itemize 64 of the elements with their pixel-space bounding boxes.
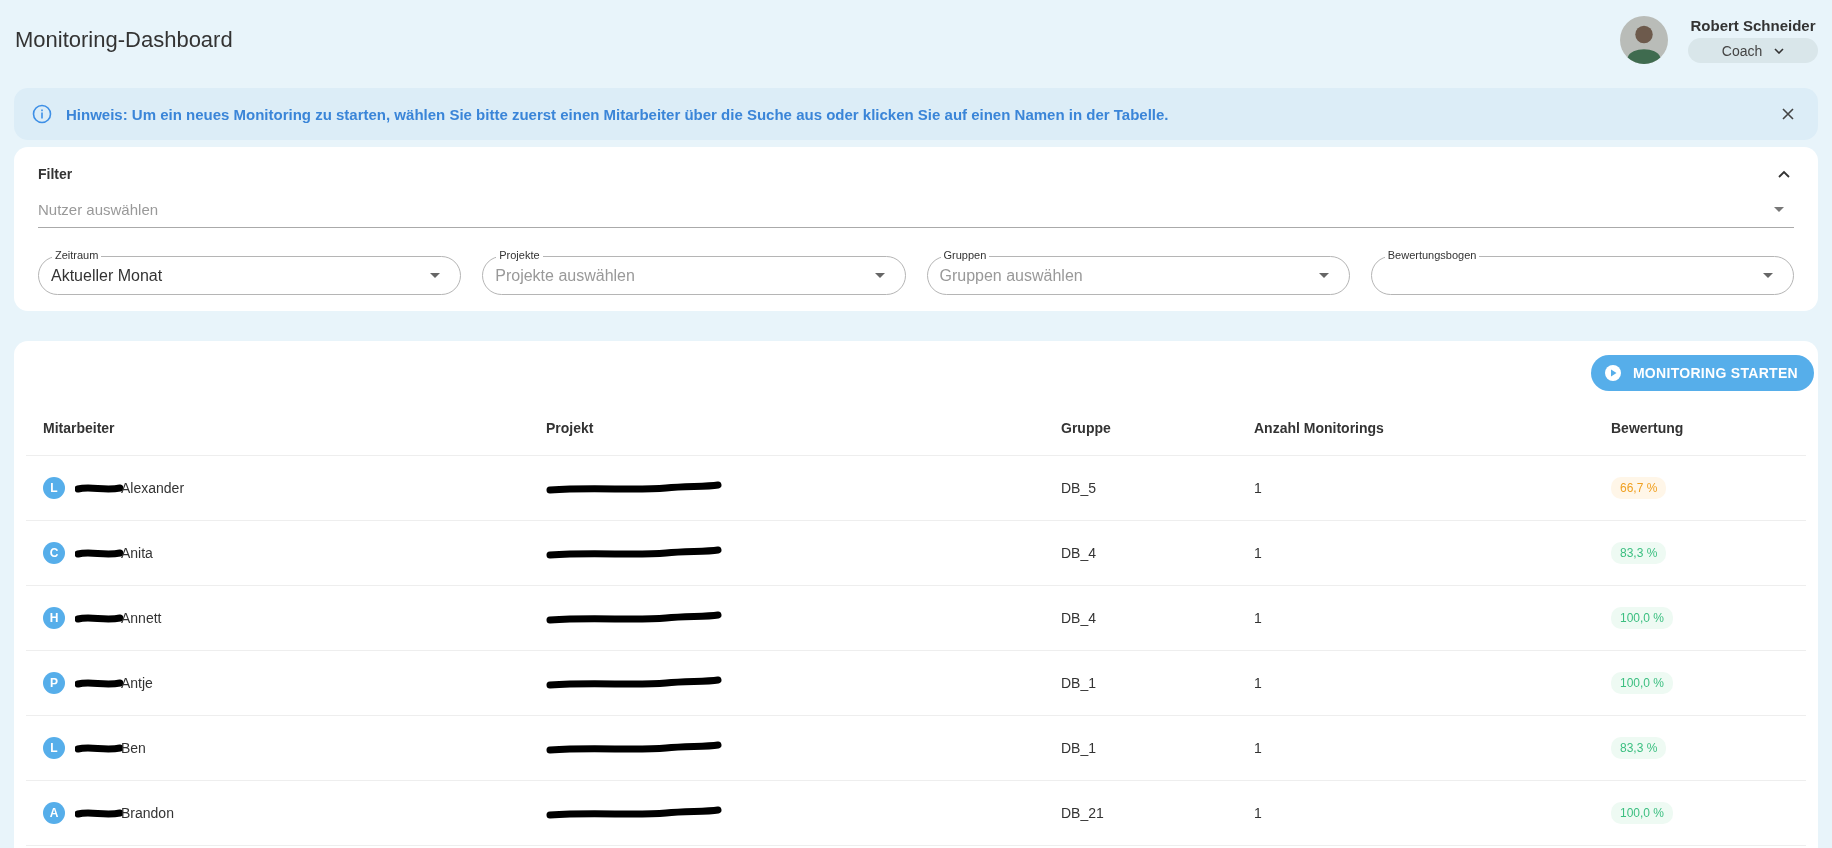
redaction-mark	[75, 483, 123, 493]
column-header[interactable]: Projekt	[546, 420, 594, 436]
table-cell: 1	[1254, 610, 1262, 626]
column-header[interactable]: Mitarbeiter	[43, 420, 115, 436]
table-cell: 1	[1254, 675, 1262, 691]
dropdown-arrow-icon[interactable]	[1774, 206, 1784, 212]
info-icon	[32, 104, 52, 124]
redaction-mark	[75, 743, 123, 753]
initial-avatar: H	[43, 607, 65, 629]
rating-badge: 83,3 %	[1611, 737, 1667, 759]
initial-avatar: A	[43, 802, 65, 824]
table-cell: DB_1	[1061, 740, 1097, 756]
initial-avatar: C	[43, 542, 65, 564]
employee-name[interactable]: Alexander	[121, 480, 185, 496]
employee-name[interactable]: Ben	[121, 740, 146, 756]
field-label: Projekte	[496, 249, 543, 262]
redaction-mark	[75, 678, 123, 688]
field-label: Zeitraum	[52, 249, 102, 262]
column-header[interactable]: Gruppe	[1061, 420, 1111, 436]
dropdown-arrow-icon[interactable]	[1763, 273, 1773, 278]
redaction-mark	[75, 548, 123, 558]
table-cell: DB_5	[1061, 480, 1097, 496]
table-cell: DB_4	[1061, 610, 1097, 626]
redaction-mark	[75, 613, 123, 623]
field-label: Gruppen	[940, 249, 990, 262]
notice-text: Hinweis: Um ein neues Monitoring zu starten, wählen Sie bitte zuerst einen Mitarbeiter über die Suche aus oder klicken Sie auf einen Namen in der Tabelle.	[66, 105, 1170, 123]
column-header[interactable]: Anzahl Monitorings	[1254, 420, 1384, 436]
user-input[interactable]: Nutzer auswählen	[38, 200, 1774, 218]
rating-badge: 100,0 %	[1611, 672, 1674, 694]
dropdown-arrow-icon[interactable]	[874, 273, 885, 278]
redaction-mark	[75, 808, 123, 818]
table-cell: DB_21	[1061, 805, 1104, 821]
table-cell: 1	[1254, 805, 1262, 821]
role-dropdown[interactable]: Coach	[1688, 38, 1818, 63]
initial-avatar: L	[43, 737, 65, 759]
employee-name[interactable]: Anita	[121, 545, 153, 561]
select-input[interactable]: Aktueller Monat	[51, 266, 431, 285]
table-cell: DB_1	[1061, 675, 1097, 691]
page-title: Monitoring-Dashboard	[14, 27, 233, 53]
initial-avatar: L	[43, 477, 65, 499]
table-cell: DB_4	[1061, 545, 1097, 561]
column-header[interactable]: Bewertung	[1611, 420, 1684, 436]
rating-badge: 66,7 %	[1611, 477, 1667, 499]
filter-title: Filter	[38, 166, 73, 182]
employee-name[interactable]: Brandon	[121, 805, 174, 821]
select-input[interactable]: Projekte auswählen	[495, 266, 875, 285]
initial-avatar: P	[43, 672, 65, 694]
chevron-down-icon	[1774, 47, 1785, 54]
table-cell: 1	[1254, 545, 1262, 561]
play-icon	[1604, 365, 1621, 381]
table-cell: 1	[1254, 740, 1262, 756]
avatar-icon[interactable]	[1620, 16, 1668, 64]
rating-badge: 100,0 %	[1611, 802, 1674, 824]
dropdown-arrow-icon[interactable]	[430, 273, 441, 278]
user-name: Robert Schneider	[1690, 17, 1816, 34]
rating-badge: 83,3 %	[1611, 542, 1667, 564]
table-cell: 1	[1254, 480, 1262, 496]
employee-name[interactable]: Annett	[121, 610, 162, 626]
select-input[interactable]: Gruppen auswählen	[939, 266, 1319, 285]
user-select-field[interactable]: Nutzer auswählen	[38, 191, 1794, 228]
dropdown-arrow-icon[interactable]	[1318, 273, 1329, 278]
field-label: Bewertungsbogen	[1384, 249, 1480, 262]
rating-badge: 100,0 %	[1611, 607, 1674, 629]
employee-name[interactable]: Antje	[121, 675, 153, 691]
